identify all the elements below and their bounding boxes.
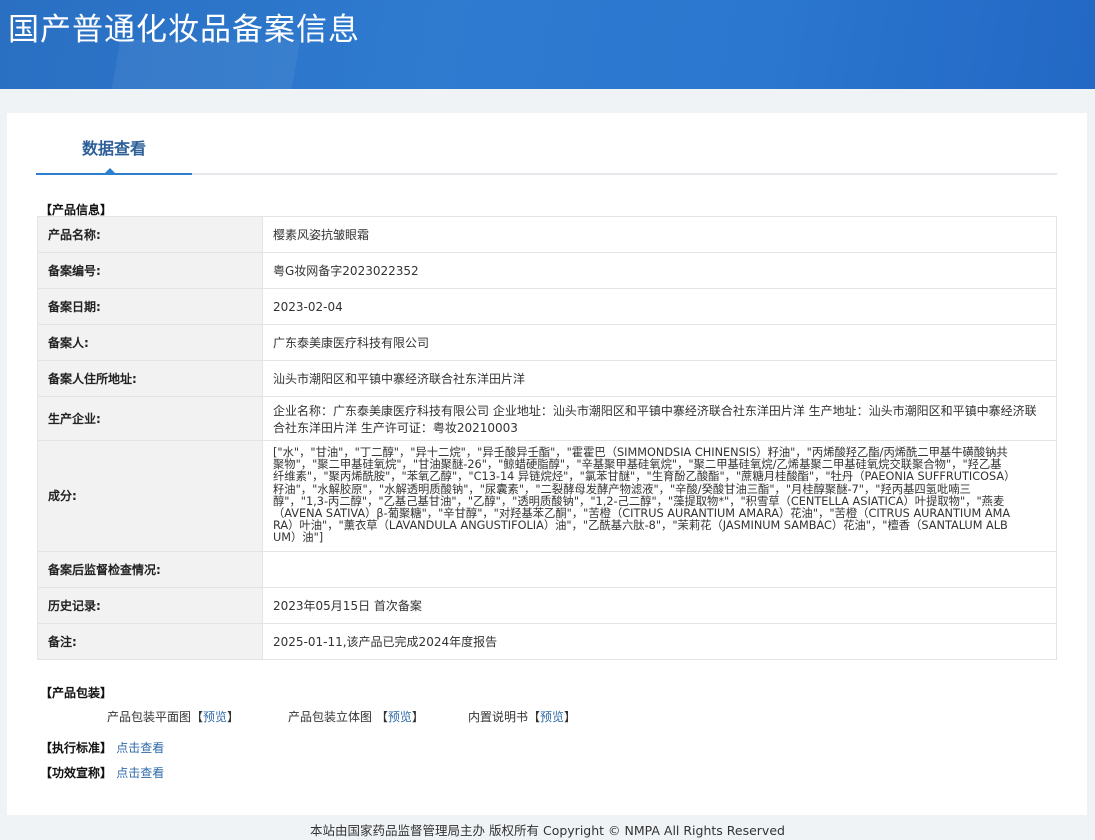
table-row: 备注: 2025-01-11,该产品已完成2024年度报告 [37, 622, 1057, 660]
table-row: 产品名称: 樱素风姿抗皱眼霜 [37, 216, 1057, 253]
field-value: ["水"，"甘油"，"丁二醇"，"异十二烷"，"异壬酸异壬酯"，"霍霍巴（SIM… [262, 440, 1057, 552]
field-label: 备案人: [37, 324, 263, 361]
table-row: 生产企业: 企业名称：广东泰美康医疗科技有限公司 企业地址：汕头市潮阳区和平镇中寨… [37, 396, 1057, 441]
standard-row: 【执行标准】 点击查看 [40, 741, 165, 755]
table-row: 备案人: 广东泰美康医疗科技有限公司 [37, 324, 1057, 361]
packaging-title: 【产品包装】 [40, 686, 113, 700]
preview-3d-link[interactable]: 预览 [388, 710, 412, 724]
field-label: 成分: [37, 440, 263, 552]
field-label: 备案编号: [37, 252, 263, 289]
efficacy-link[interactable]: 点击查看 [116, 766, 164, 780]
table-row: 备案后监督检查情况: [37, 550, 1057, 588]
preview-manual-link[interactable]: 预览 [540, 710, 564, 724]
field-label: 备案人住所地址: [37, 360, 263, 397]
field-label: 历史记录: [37, 586, 263, 624]
content-panel: 数据查看 【产品信息】 产品名称: 樱素风姿抗皱眼霜 备案编号: 粤G妆网备字2023… [7, 113, 1087, 815]
standard-link[interactable]: 点击查看 [116, 741, 164, 755]
product-info-table: 产品名称: 樱素风姿抗皱眼霜 备案编号: 粤G妆网备字2023022352 备案日期: 2… [37, 216, 1057, 660]
field-value [262, 550, 1057, 588]
tab-bar: 数据查看 [36, 113, 1057, 175]
table-row: 历史记录: 2023年05月15日 首次备案 [37, 586, 1057, 624]
field-label: 备注: [37, 622, 263, 660]
field-value: 汕头市潮阳区和平镇中寨经济联合社东洋田片洋 [262, 360, 1057, 397]
field-value: 企业名称：广东泰美康医疗科技有限公司 企业地址：汕头市潮阳区和平镇中寨经济联合社… [262, 396, 1057, 441]
field-label: 备案日期: [37, 288, 263, 325]
table-row: 备案日期: 2023-02-04 [37, 288, 1057, 325]
packaging-flat: 产品包装平面图【预览】 [107, 710, 240, 724]
field-value: 2023-02-04 [262, 288, 1057, 325]
preview-flat-link[interactable]: 预览 [203, 710, 227, 724]
field-value: 粤G妆网备字2023022352 [262, 252, 1057, 289]
packaging-3d: 产品包装立体图 【预览】 [288, 710, 424, 724]
table-row: 备案编号: 粤G妆网备字2023022352 [37, 252, 1057, 289]
field-value: 2023年05月15日 首次备案 [262, 586, 1057, 624]
field-label: 产品名称: [37, 216, 263, 253]
field-label: 生产企业: [37, 396, 263, 441]
table-row: 备案人住所地址: 汕头市潮阳区和平镇中寨经济联合社东洋田片洋 [37, 360, 1057, 397]
field-label: 备案后监督检查情况: [37, 550, 263, 588]
field-value: 樱素风姿抗皱眼霜 [262, 216, 1057, 253]
table-row: 成分: ["水"，"甘油"，"丁二醇"，"异十二烷"，"异壬酸异壬酯"，"霍霍巴（… [37, 440, 1057, 552]
field-value: 广东泰美康医疗科技有限公司 [262, 324, 1057, 361]
packaging-manual: 内置说明书【预览】 [468, 710, 577, 724]
field-value: 2025-01-11,该产品已完成2024年度报告 [262, 622, 1057, 660]
tab-data-view[interactable]: 数据查看 [36, 113, 192, 175]
footer: 本站由国家药品监督管理局主办 版权所有 Copyright © NMPA All… [310, 823, 785, 838]
page-header: 国产普通化妆品备案信息 [0, 0, 1095, 89]
page-title: 国产普通化妆品备案信息 [8, 12, 360, 48]
efficacy-row: 【功效宣称】 点击查看 [40, 766, 165, 780]
